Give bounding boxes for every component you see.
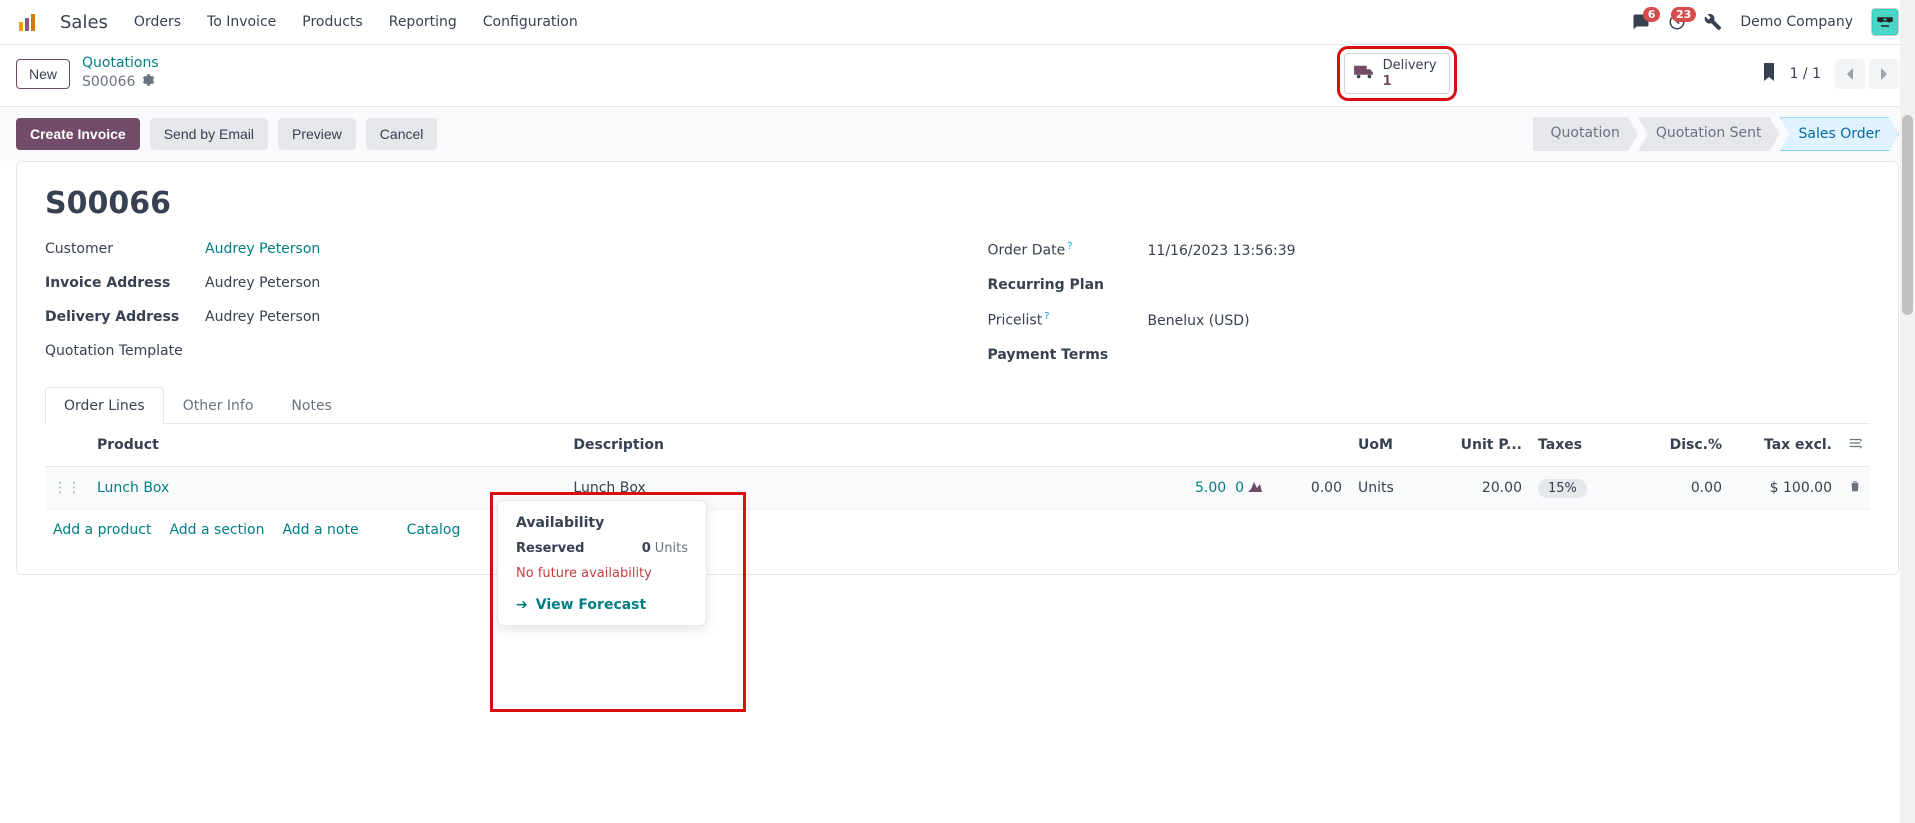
add-product-link[interactable]: Add a product [53,522,151,538]
status-quotation-sent[interactable]: Quotation Sent [1638,117,1780,151]
row-product[interactable]: Lunch Box [97,480,169,496]
col-unit-price[interactable]: Unit P... [1440,424,1530,467]
table-row[interactable]: ⋮⋮ Lunch Box Lunch Box 5.00 0 0.00 Units… [45,466,1870,509]
order-date-label: Order Date? [988,241,1148,259]
create-invoice-button[interactable]: Create Invoice [16,118,140,150]
status-sales-order[interactable]: Sales Order [1780,117,1900,151]
line-actions: Add a product Add a section Add a note C… [45,510,1870,550]
row-quantity[interactable]: 5.00 0 [1195,480,1244,496]
reserved-unit: Units [655,541,688,556]
main-navbar: Sales Orders To Invoice Products Reporti… [0,0,1915,45]
right-controls: 1 / 1 [1762,59,1899,89]
debug-icon[interactable] [1704,13,1722,31]
add-section-link[interactable]: Add a section [169,522,264,538]
activity-icon[interactable]: 23 [1668,13,1686,31]
truck-icon [1353,63,1375,85]
reserved-label: Reserved [516,541,584,556]
new-button[interactable]: New [16,59,70,89]
breadcrumb: Quotations S00066 [82,55,159,92]
delivery-address-label: Delivery Address [45,309,205,325]
drag-handle-icon[interactable]: ⋮⋮ [45,466,89,509]
col-disc[interactable]: Disc.% [1640,424,1730,467]
gear-icon[interactable] [141,73,155,93]
catalog-link[interactable]: Catalog [407,522,461,538]
availability-popover: Availability Reserved 0 Units No future a… [497,500,707,626]
col-options[interactable] [1840,424,1870,467]
order-date-value[interactable]: 11/16/2023 13:56:39 [1148,243,1296,259]
pricelist-label: Pricelist? [988,311,1148,329]
payment-terms-label: Payment Terms [988,347,1148,363]
col-uom[interactable]: UoM [1350,424,1440,467]
form-sheet: S00066 CustomerAudrey Peterson Invoice A… [16,161,1899,574]
app-title[interactable]: Sales [60,12,108,33]
chat-icon[interactable]: 6 [1632,13,1650,31]
app-logo-icon[interactable] [16,10,40,34]
add-note-link[interactable]: Add a note [282,522,358,538]
preview-button[interactable]: Preview [278,118,356,150]
next-arrow[interactable] [1869,59,1899,89]
delivery-stat-button[interactable]: Delivery 1 [1344,53,1450,94]
tabs: Order Lines Other Info Notes [45,387,1870,424]
record-title: S00066 [45,186,1870,221]
recurring-plan-label: Recurring Plan [988,277,1148,293]
row-uom[interactable]: Units [1350,466,1440,509]
invoice-address-value[interactable]: Audrey Peterson [205,275,320,291]
delete-row-icon[interactable] [1840,466,1870,509]
row-taxes[interactable]: 15% [1538,479,1587,498]
col-tax-excl[interactable]: Tax excl. [1730,424,1840,467]
row-delivered[interactable]: 0.00 [1270,466,1350,509]
customer-value[interactable]: Audrey Peterson [205,241,320,257]
reserved-value: 0 [642,541,651,556]
status-bar: Quotation Quotation Sent Sales Order [1533,117,1900,151]
menu-to-invoice[interactable]: To Invoice [207,14,276,30]
bookmark-icon[interactable] [1762,63,1776,85]
delivery-address-value[interactable]: Audrey Peterson [205,309,320,325]
order-lines-grid: Product Description UoM Unit P... Taxes … [45,424,1870,510]
chat-badge: 6 [1643,7,1661,22]
row-unit-price[interactable]: 20.00 [1440,466,1530,509]
availability-warning: No future availability [516,566,688,581]
vertical-scrollbar[interactable] [1900,0,1915,823]
col-product[interactable]: Product [89,424,565,467]
popover-title: Availability [516,515,688,531]
col-description[interactable]: Description [565,424,1140,467]
tab-order-lines[interactable]: Order Lines [45,387,164,424]
action-bar: Create Invoice Send by Email Preview Can… [0,106,1915,161]
breadcrumb-parent[interactable]: Quotations [82,55,159,73]
customer-label: Customer [45,241,205,257]
stat-label: Delivery [1383,58,1437,74]
control-panel: New Quotations S00066 Delivery 1 1 / 1 [0,45,1915,106]
row-tax-excl: $ 100.00 [1730,466,1840,509]
menu-products[interactable]: Products [302,14,362,30]
user-avatar[interactable] [1871,8,1899,36]
status-quotation[interactable]: Quotation [1533,117,1638,151]
arrow-right-icon: ➔ [516,597,528,613]
tab-other-info[interactable]: Other Info [164,387,273,424]
pager[interactable]: 1 / 1 [1790,66,1821,82]
breadcrumb-current: S00066 [82,74,135,92]
menu-orders[interactable]: Orders [134,14,181,30]
prev-arrow[interactable] [1835,59,1865,89]
scroll-thumb[interactable] [1902,115,1913,315]
tab-notes[interactable]: Notes [272,387,350,424]
nav-right: 6 23 Demo Company [1632,8,1899,36]
invoice-address-label: Invoice Address [45,275,205,291]
row-disc[interactable]: 0.00 [1640,466,1730,509]
menu-configuration[interactable]: Configuration [483,14,578,30]
forecast-chart-icon[interactable] [1248,480,1262,496]
activity-badge: 23 [1671,7,1696,22]
company-name[interactable]: Demo Company [1740,14,1853,30]
send-email-button[interactable]: Send by Email [150,118,268,150]
nav-menu: Orders To Invoice Products Reporting Con… [134,14,578,30]
menu-reporting[interactable]: Reporting [389,14,457,30]
cancel-button[interactable]: Cancel [366,118,438,150]
stat-count: 1 [1383,74,1437,90]
quotation-template-label: Quotation Template [45,343,205,359]
view-forecast-link[interactable]: ➔ View Forecast [516,597,688,613]
col-taxes[interactable]: Taxes [1530,424,1640,467]
pricelist-value[interactable]: Benelux (USD) [1148,313,1250,329]
